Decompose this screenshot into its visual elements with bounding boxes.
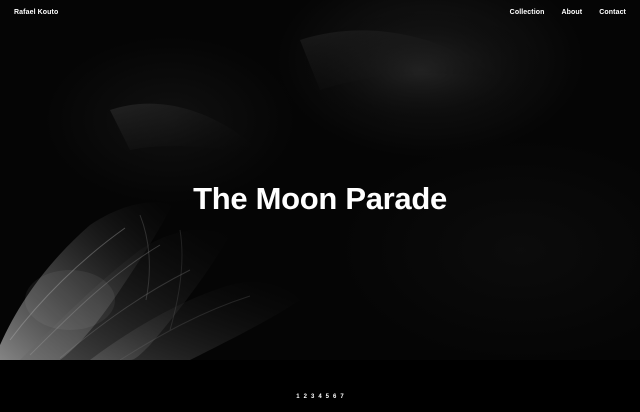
hero-image <box>0 0 640 360</box>
nav-link-contact[interactable]: Contact <box>599 9 626 16</box>
brand-link[interactable]: Rafael Kouto <box>14 9 58 16</box>
page-link-1[interactable]: 1 <box>296 394 300 400</box>
page-link-4[interactable]: 4 <box>318 394 322 400</box>
nav-link-about[interactable]: About <box>562 9 583 16</box>
main-nav: Collection About Contact <box>510 9 626 16</box>
pagination: 1 2 3 4 5 6 7 <box>0 394 640 400</box>
hero-title: The Moon Parade <box>193 181 447 216</box>
page-link-6[interactable]: 6 <box>333 394 337 400</box>
nav-link-collection[interactable]: Collection <box>510 9 545 16</box>
page: Rafael Kouto Collection About Contact Th… <box>0 0 640 412</box>
page-link-2[interactable]: 2 <box>303 394 307 400</box>
fabric-image <box>0 10 550 360</box>
page-link-5[interactable]: 5 <box>325 394 329 400</box>
top-navigation: Rafael Kouto Collection About Contact <box>0 0 640 28</box>
page-link-7[interactable]: 7 <box>340 394 344 400</box>
page-link-3[interactable]: 3 <box>310 394 314 400</box>
